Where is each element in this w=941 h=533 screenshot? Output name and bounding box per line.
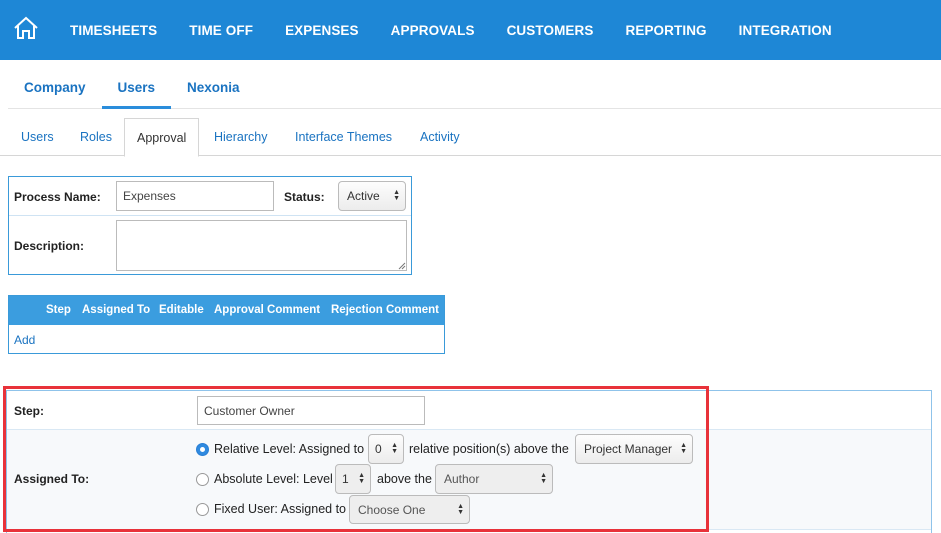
process-row: Process Name: Expenses Status: Active ▲ ▼: [9, 177, 411, 216]
process-form: Process Name: Expenses Status: Active ▲ ▼…: [8, 176, 412, 275]
relative-level-radio[interactable]: [196, 443, 209, 456]
nav-expenses[interactable]: EXPENSES: [285, 23, 359, 38]
select-arrows-icon: ▲ ▼: [391, 442, 398, 455]
tab-nexonia[interactable]: Nexonia: [171, 68, 256, 109]
nav-approvals[interactable]: APPROVALS: [391, 23, 475, 38]
subtab-users[interactable]: Users: [21, 118, 54, 156]
home-icon: [13, 16, 39, 45]
subtab-approval[interactable]: Approval: [124, 118, 200, 157]
add-step-link[interactable]: Add: [14, 333, 35, 347]
step-label: Step:: [14, 404, 44, 418]
relative-role-value: Project Manager: [584, 442, 673, 456]
fixed-user-value: Choose One: [358, 502, 426, 517]
steps-table-header: Step Assigned To Editable Approval Comme…: [9, 296, 444, 325]
nav-customers[interactable]: CUSTOMERS: [507, 23, 594, 38]
steps-table: Step Assigned To Editable Approval Comme…: [8, 295, 445, 354]
select-arrows-icon: ▲ ▼: [358, 472, 365, 485]
absolute-level-value: 1: [342, 472, 349, 486]
absolute-level-select[interactable]: 1 ▲ ▼: [335, 464, 371, 494]
relative-role-select[interactable]: Project Manager ▲ ▼: [575, 434, 693, 464]
select-arrows-icon: ▲ ▼: [457, 502, 464, 516]
subtab-roles[interactable]: Roles: [80, 118, 112, 156]
assigned-to-label: Assigned To:: [14, 472, 90, 486]
step-row: Step: Customer Owner: [7, 391, 931, 430]
tab-company[interactable]: Company: [8, 68, 102, 109]
nav-timesheets[interactable]: TIMESHEETS: [70, 23, 157, 38]
home-button[interactable]: [0, 0, 52, 60]
fixed-user-radio[interactable]: [196, 503, 209, 516]
relative-level-value: 0: [375, 442, 382, 456]
secondary-tabs: Users Roles Approval Hierarchy Interface…: [0, 118, 941, 157]
subtab-activity[interactable]: Activity: [420, 118, 460, 156]
step-editor: Step: Customer Owner Assigned To: Relati…: [6, 390, 932, 533]
step-name-input[interactable]: Customer Owner: [197, 396, 425, 425]
col-approval-comment: Approval Comment: [214, 304, 321, 316]
select-arrows-icon: ▲ ▼: [393, 189, 400, 202]
status-value: Active: [347, 189, 380, 203]
relative-position-text: relative position(s) above the: [409, 442, 569, 456]
nav-integration[interactable]: INTEGRATION: [739, 23, 832, 38]
absolute-role-value: Author: [444, 472, 480, 486]
absolute-level-radio[interactable]: [196, 473, 209, 486]
status-select[interactable]: Active ▲ ▼: [338, 181, 406, 211]
fixed-user-label: Fixed User: Assigned to: [214, 502, 347, 516]
resize-grip-icon[interactable]: [398, 262, 406, 270]
tab-users[interactable]: Users: [101, 68, 172, 109]
col-editable: Editable: [159, 304, 204, 316]
assigned-to-row: Assigned To: Relative Level: Assigned to…: [7, 430, 931, 530]
process-name-input[interactable]: Expenses: [116, 181, 274, 211]
absolute-above-text: above the: [377, 472, 432, 486]
col-rejection-comment: Rejection Comment: [331, 304, 439, 316]
primary-tabs: Company Users Nexonia: [8, 68, 941, 109]
status-label: Status:: [284, 190, 325, 204]
subtab-interface-themes[interactable]: Interface Themes: [295, 118, 392, 156]
select-arrows-icon: ▲ ▼: [680, 442, 687, 455]
process-name-label: Process Name:: [14, 190, 101, 204]
top-nav: TIMESHEETS TIME OFF EXPENSES APPROVALS C…: [0, 0, 941, 60]
absolute-role-select[interactable]: Author ▲ ▼: [435, 464, 553, 494]
subtab-hierarchy[interactable]: Hierarchy: [214, 118, 268, 156]
select-arrows-icon: ▲ ▼: [540, 472, 547, 485]
description-textarea[interactable]: [116, 220, 407, 271]
col-step: Step: [46, 304, 71, 316]
absolute-level-label: Absolute Level: Level: [214, 472, 333, 486]
nav-time-off[interactable]: TIME OFF: [189, 23, 253, 38]
relative-level-label: Relative Level: Assigned to: [214, 442, 365, 456]
fixed-user-select[interactable]: Choose One ▲ ▼: [349, 495, 470, 524]
relative-level-select[interactable]: 0 ▲ ▼: [368, 434, 404, 464]
description-label: Description:: [14, 239, 85, 253]
nav-reporting[interactable]: REPORTING: [626, 23, 707, 38]
col-assigned-to: Assigned To: [82, 304, 151, 316]
